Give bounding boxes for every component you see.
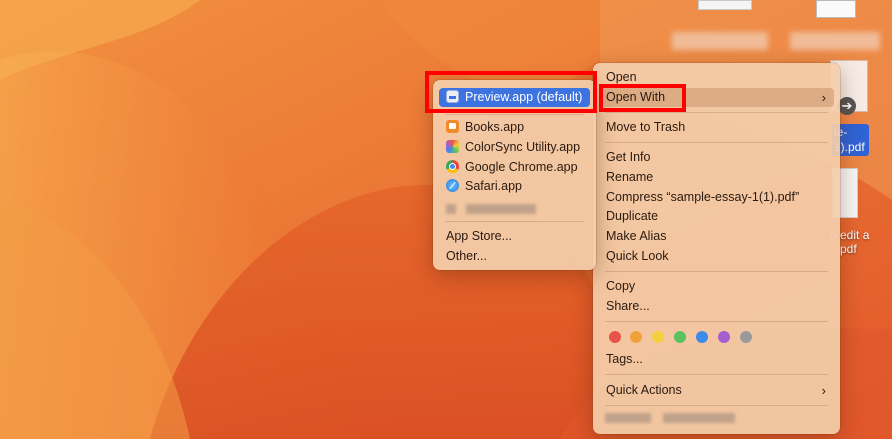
menu-item-share[interactable]: Share... [599,297,834,316]
redacted-menu-item [663,413,735,423]
books-icon [446,120,459,133]
menu-separator [605,374,828,375]
menu-item-label: Quick Actions [606,383,682,397]
tag-color-dot[interactable] [740,331,752,343]
submenu-item-chrome[interactable]: Google Chrome.app [439,158,590,177]
redacted-app-entry [466,204,536,214]
menu-separator [445,114,584,115]
menu-item-duplicate[interactable]: Duplicate [599,207,834,226]
menu-item-move-to-trash[interactable]: Move to Trash [599,118,834,137]
submenu-item-colorsync[interactable]: ColorSync Utility.app [439,138,590,157]
safari-icon [446,179,459,192]
menu-separator [605,405,828,406]
tag-color-dot[interactable] [609,331,621,343]
annotation-highlight-box [425,71,597,113]
chevron-right-icon: › [821,383,826,398]
tag-color-row [609,331,759,345]
redacted-menu-item [605,413,651,423]
tag-color-dot[interactable] [718,331,730,343]
tag-color-dot[interactable] [696,331,708,343]
colorsync-icon [446,140,459,153]
submenu-item-label: ColorSync Utility.app [465,140,581,154]
submenu-item-label: Books.app [465,120,525,134]
menu-item-quick-actions[interactable]: Quick Actions › [599,381,834,400]
menu-separator [605,321,828,322]
menu-item-tags[interactable]: Tags... [599,350,834,369]
menu-item-get-info[interactable]: Get Info [599,148,834,167]
menu-separator [605,112,828,113]
menu-separator [445,221,584,222]
desktop-file-thumbnail[interactable] [816,0,856,18]
submenu-item-label: Safari.app [465,179,522,193]
tag-color-dot[interactable] [630,331,642,343]
menu-item-rename[interactable]: Rename [599,168,834,187]
chrome-icon [446,160,459,173]
submenu-item-app-store[interactable]: App Store... [439,227,590,246]
context-menu: Open Open With › Move to Trash Get Info … [593,63,840,434]
menu-item-copy[interactable]: Copy [599,277,834,296]
desktop-file-label-blurred [790,32,880,50]
submenu-item-books[interactable]: Books.app [439,118,590,137]
share-arrow-icon: ➔ [838,97,856,115]
submenu-item-safari[interactable]: Safari.app [439,177,590,196]
menu-separator [605,271,828,272]
desktop-file-label-blurred [672,32,768,50]
annotation-highlight-box [599,84,686,112]
chevron-right-icon: › [821,90,826,105]
menu-item-make-alias[interactable]: Make Alias [599,227,834,246]
tag-color-dot[interactable] [674,331,686,343]
submenu-item-label: Google Chrome.app [465,160,578,174]
desktop-file-thumbnail[interactable] [698,0,752,10]
redacted-app-entry [446,204,456,214]
menu-item-compress[interactable]: Compress “sample-essay-1(1).pdf” [599,188,834,207]
menu-item-quick-look[interactable]: Quick Look [599,247,834,266]
menu-separator [605,142,828,143]
tag-color-dot[interactable] [652,331,664,343]
submenu-item-other[interactable]: Other... [439,247,590,266]
